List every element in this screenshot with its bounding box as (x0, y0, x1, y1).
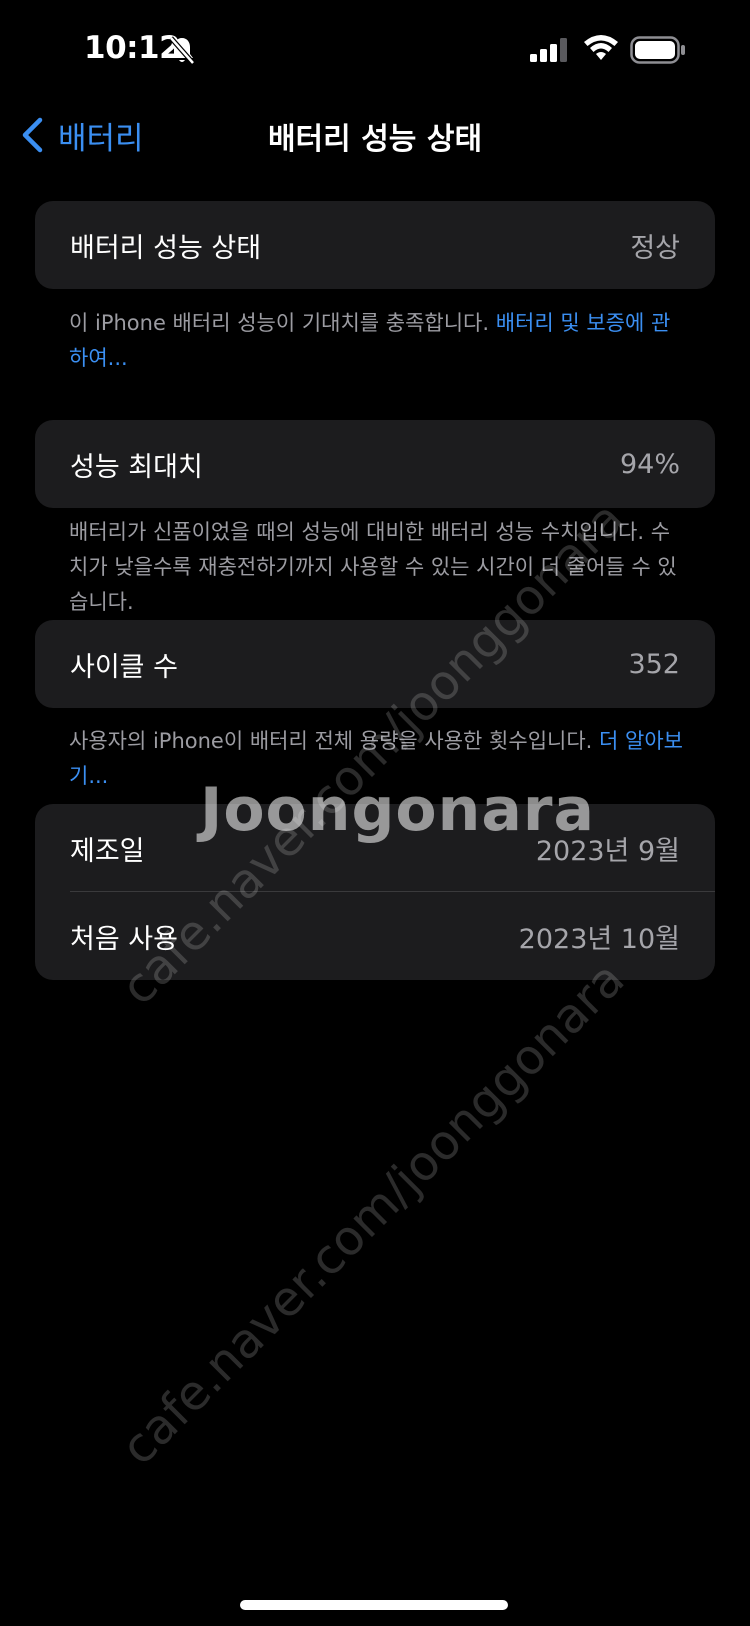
navigation-bar: 배터리 배터리 성능 상태 (0, 100, 750, 172)
battery-icon (630, 36, 685, 64)
battery-health-note: 이 iPhone 배터리 성능이 기대치를 충족합니다. 배터리 및 보증에 관… (69, 306, 689, 376)
maximum-capacity-card: 성능 최대치 94% (35, 420, 715, 508)
battery-health-card: 배터리 성능 상태 정상 (35, 201, 715, 289)
maximum-capacity-row: 성능 최대치 94% (35, 420, 715, 508)
status-bar: 10:12 (0, 0, 750, 100)
status-time: 10:12 (84, 30, 181, 66)
cycle-count-label: 사이클 수 (70, 651, 178, 683)
battery-health-value: 정상 (630, 232, 680, 264)
manufacture-date-label: 제조일 (70, 835, 145, 867)
watermark-site: cafe.naver.com/joonggonara (110, 951, 636, 1476)
cycle-count-row: 사이클 수 352 (35, 620, 715, 708)
home-indicator[interactable] (240, 1600, 508, 1610)
cycle-count-card: 사이클 수 352 (35, 620, 715, 708)
cycle-count-note-text: 사용자의 iPhone이 배터리 전체 용량을 사용한 횟수입니다. (69, 729, 600, 753)
maximum-capacity-value: 94% (619, 448, 680, 480)
battery-health-label: 배터리 성능 상태 (70, 232, 262, 264)
battery-health-note-text: 이 iPhone 배터리 성능이 기대치를 충족합니다. (69, 311, 496, 335)
wifi-icon (584, 35, 618, 60)
cellular-signal-icon (530, 38, 567, 62)
first-use-value: 2023년 10월 (518, 923, 680, 955)
battery-health-row: 배터리 성능 상태 정상 (35, 201, 715, 289)
maximum-capacity-label: 성능 최대치 (70, 451, 203, 483)
cycle-count-value: 352 (628, 648, 680, 680)
page-title: 배터리 성능 상태 (267, 122, 483, 157)
bell-slash-icon (169, 36, 195, 65)
